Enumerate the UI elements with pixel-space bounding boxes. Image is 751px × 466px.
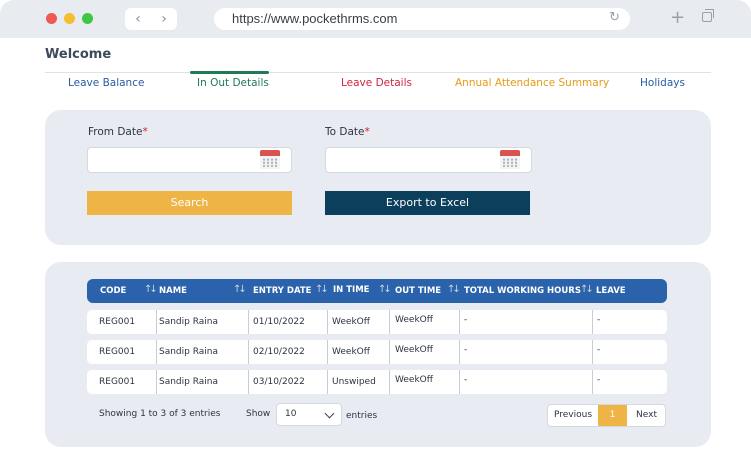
address-bar[interactable]: https://www.pockethrms.com ↻ [214, 8, 630, 30]
sort-icon[interactable]: ↑↓ [144, 284, 158, 295]
table-row[interactable]: REG001 Sandip Raina 02/10/2022 WeekOff W… [87, 340, 667, 364]
cell-leave: - [597, 375, 601, 385]
export-excel-button[interactable]: Export to Excel [325, 191, 530, 215]
browser-toolbar: ‹ › https://www.pockethrms.com ↻ + [0, 0, 751, 38]
col-total-working-hours[interactable]: TOTAL WORKING HOURS [464, 286, 581, 296]
col-out-time[interactable]: OUT TIME [395, 286, 441, 296]
cell-leave: - [597, 315, 601, 325]
from-date-label: From Date* [88, 126, 148, 138]
tab-annual-attendance-summary[interactable]: Annual Attendance Summary [455, 77, 609, 89]
reload-icon[interactable]: ↻ [609, 10, 620, 25]
col-in-time[interactable]: IN TIME [333, 285, 369, 295]
cell-working-hours: - [464, 375, 468, 385]
col-leave[interactable]: LEAVE [596, 286, 626, 296]
cell-out-time: WeekOff [395, 375, 433, 385]
entries-label: entries [346, 411, 378, 421]
page-size-select[interactable]: 10 [276, 403, 342, 426]
maximize-window-icon[interactable] [82, 13, 93, 24]
sort-icon[interactable]: ↑↓ [447, 284, 461, 295]
cell-out-time: WeekOff [395, 345, 433, 355]
next-page-button[interactable]: Next [627, 405, 666, 426]
table-header: CODE ↑↓ NAME ↑↓ ENTRY DATE ↑↓ IN TIME ↑↓… [87, 279, 667, 303]
sort-icon[interactable]: ↑↓ [315, 284, 329, 295]
sort-icon[interactable]: ↑↓ [580, 284, 594, 295]
tab-leave-balance[interactable]: Leave Balance [68, 77, 144, 89]
tab-bar-divider [45, 72, 711, 73]
table-row[interactable]: REG001 Sandip Raina 03/10/2022 Unswiped … [87, 370, 667, 394]
cell-name: Sandip Raina [159, 347, 219, 357]
tabs-overview-icon[interactable] [702, 9, 714, 22]
cell-entry-date: 01/10/2022 [253, 317, 305, 327]
pagination: Previous 1 Next [547, 404, 666, 427]
col-code[interactable]: CODE [100, 286, 126, 296]
col-entry-date[interactable]: ENTRY DATE [253, 286, 312, 296]
table-row[interactable]: REG001 Sandip Raina 01/10/2022 WeekOff W… [87, 310, 667, 334]
cell-name: Sandip Raina [159, 317, 219, 327]
sort-icon[interactable]: ↑↓ [378, 284, 392, 295]
url-text: https://www.pockethrms.com [232, 11, 398, 26]
entries-info: Showing 1 to 3 of 3 entries [99, 409, 221, 419]
page-title: Welcome [45, 47, 112, 62]
cell-leave: - [597, 345, 601, 355]
cell-name: Sandip Raina [159, 377, 219, 387]
cell-entry-date: 03/10/2022 [253, 377, 305, 387]
close-window-icon[interactable] [46, 13, 57, 24]
cell-code: REG001 [99, 347, 136, 357]
tab-leave-details[interactable]: Leave Details [341, 77, 412, 89]
calendar-icon[interactable] [500, 150, 520, 169]
forward-arrow-icon[interactable]: › [151, 8, 177, 30]
previous-page-button[interactable]: Previous [548, 405, 598, 426]
back-arrow-icon[interactable]: ‹ [125, 8, 151, 30]
page-1-button[interactable]: 1 [598, 405, 627, 426]
to-date-label: To Date* [325, 126, 370, 138]
search-button[interactable]: Search [87, 191, 292, 215]
tab-in-out-details[interactable]: In Out Details [197, 77, 269, 89]
cell-out-time: WeekOff [395, 315, 433, 325]
active-tab-indicator [190, 71, 269, 74]
calendar-icon[interactable] [260, 150, 280, 169]
show-label: Show [246, 409, 271, 419]
cell-in-time: WeekOff [332, 317, 370, 327]
cell-code: REG001 [99, 317, 136, 327]
col-name[interactable]: NAME [159, 286, 187, 296]
page-size-value: 10 [285, 409, 297, 419]
cell-in-time: WeekOff [332, 347, 370, 357]
tab-holidays[interactable]: Holidays [640, 77, 685, 89]
nav-buttons: ‹ › [125, 8, 177, 30]
minimize-window-icon[interactable] [64, 13, 75, 24]
sort-icon[interactable]: ↑↓ [233, 284, 247, 295]
browser-window: ‹ › https://www.pockethrms.com ↻ + Welco… [0, 0, 751, 466]
cell-code: REG001 [99, 377, 136, 387]
cell-entry-date: 02/10/2022 [253, 347, 305, 357]
new-tab-icon[interactable]: + [670, 7, 685, 28]
cell-working-hours: - [464, 315, 468, 325]
chevron-down-icon [324, 408, 335, 419]
cell-working-hours: - [464, 345, 468, 355]
cell-in-time: Unswiped [332, 377, 376, 387]
